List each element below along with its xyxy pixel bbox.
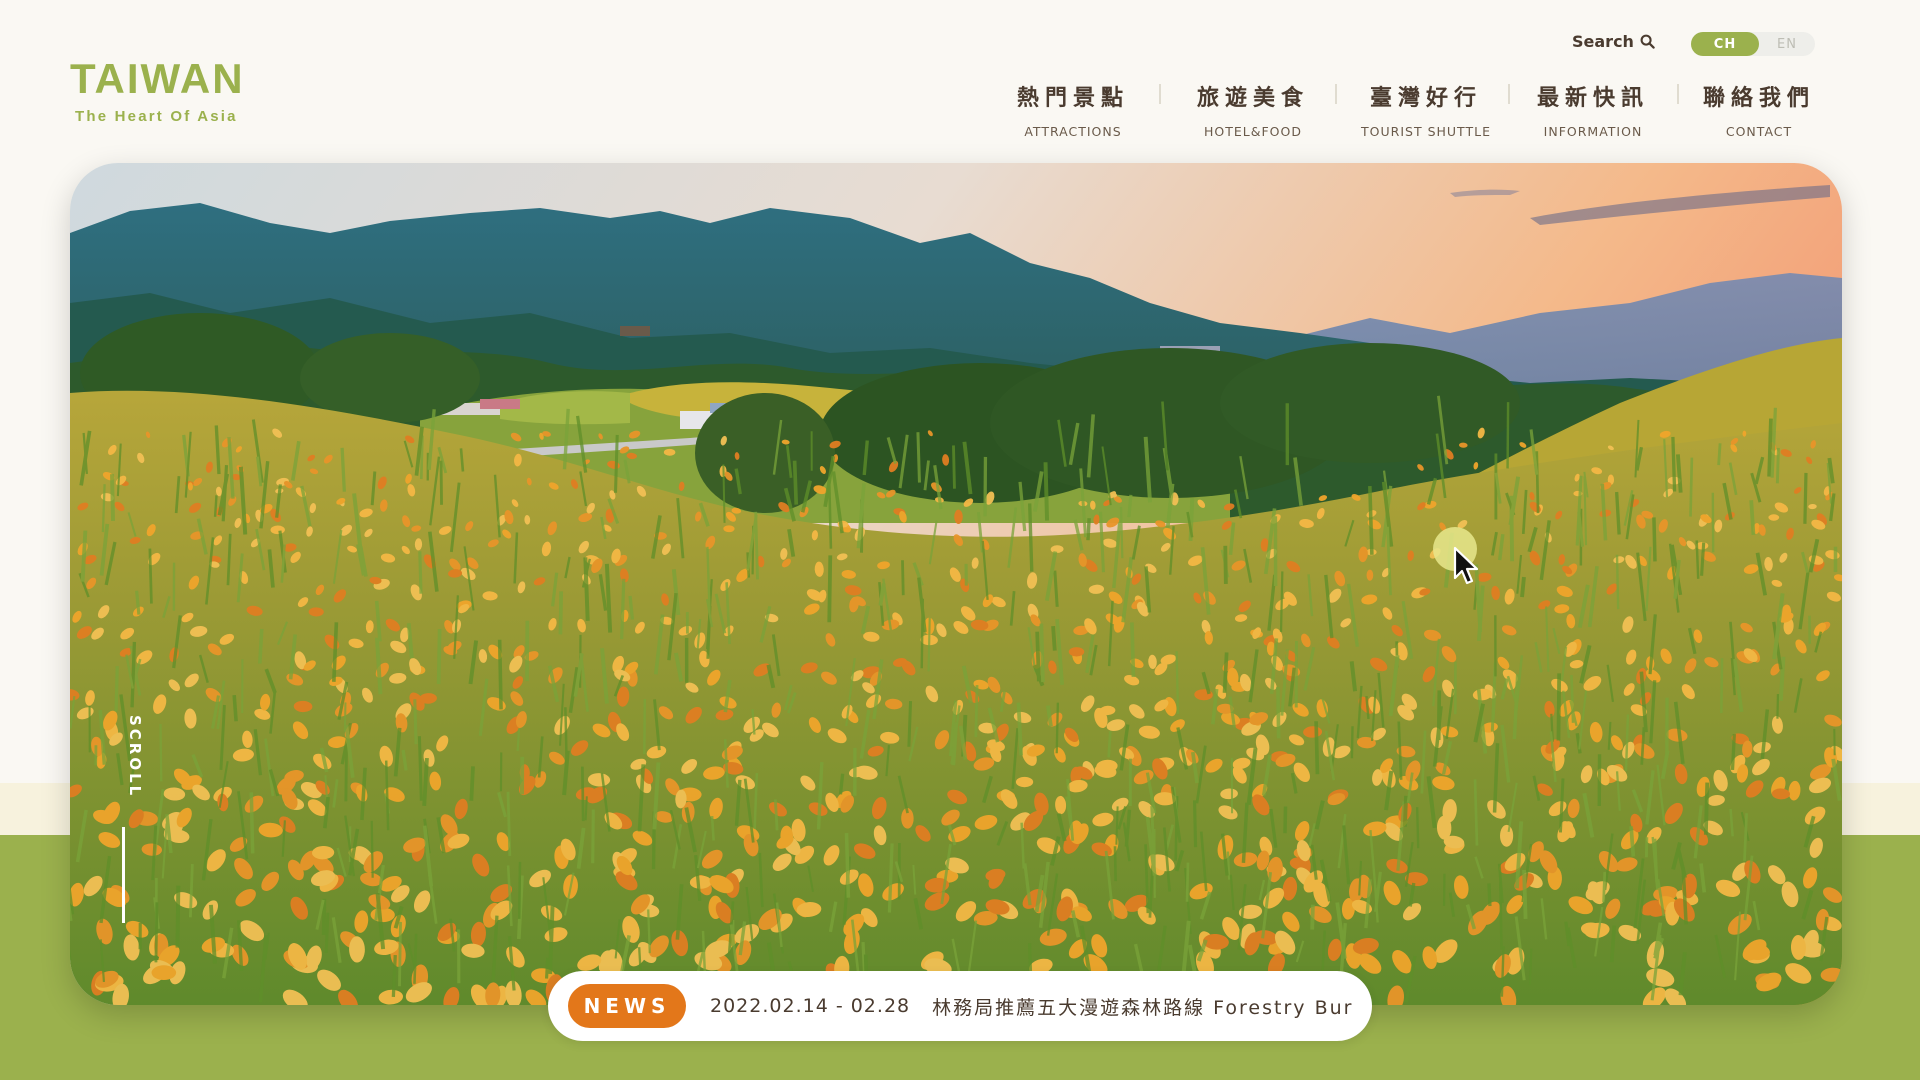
nav-label-en: CONTACT bbox=[1725, 124, 1793, 139]
nav-item-hotel-food[interactable]: 旅遊美食 HOTEL&FOOD bbox=[1191, 80, 1315, 139]
nav-label-en: ATTRACTIONS bbox=[1024, 124, 1122, 139]
nav-item-tourist-shuttle[interactable]: 臺灣好行 TOURIST SHUTTLE bbox=[1356, 80, 1496, 139]
hero-landscape-illustration bbox=[70, 163, 1842, 1005]
nav-item-attractions[interactable]: 熱門景點 ATTRACTIONS bbox=[1010, 80, 1136, 139]
lang-option-ch[interactable]: CH bbox=[1691, 32, 1759, 56]
news-badge[interactable]: NEWS bbox=[568, 984, 686, 1028]
main-nav: 熱門景點 ATTRACTIONS 旅遊美食 HOTEL&FOOD 臺灣好行 TO… bbox=[0, 80, 1920, 140]
nav-label-zh: 最新快訊 bbox=[1536, 86, 1649, 111]
news-date: 2022.02.14 - 02.28 bbox=[710, 995, 911, 1017]
mouse-cursor-icon bbox=[1453, 546, 1479, 585]
nav-item-contact[interactable]: 聯絡我們 CONTACT bbox=[1698, 80, 1820, 139]
nav-label-zh: 熱門景點 bbox=[1016, 86, 1129, 111]
nav-divider bbox=[1159, 84, 1161, 104]
scroll-line bbox=[122, 827, 125, 923]
language-toggle[interactable]: CH EN bbox=[1691, 32, 1815, 56]
nav-label-en: TOURIST SHUTTLE bbox=[1361, 124, 1491, 139]
nav-label-en: INFORMATION bbox=[1543, 124, 1643, 139]
nav-label-en: HOTEL&FOOD bbox=[1204, 124, 1302, 139]
search-label: Search bbox=[1572, 32, 1634, 51]
news-title-link[interactable]: 林務局推薦五大漫遊森林路線 Forestry Bur bbox=[932, 993, 1353, 1020]
news-ticker[interactable]: NEWS 2022.02.14 - 02.28 林務局推薦五大漫遊森林路線 Fo… bbox=[548, 971, 1372, 1041]
scroll-label: SCROLL bbox=[126, 715, 144, 799]
lang-option-en[interactable]: EN bbox=[1759, 32, 1815, 56]
nav-label-zh: 臺灣好行 bbox=[1369, 86, 1482, 111]
search-icon bbox=[1640, 34, 1655, 49]
nav-item-information[interactable]: 最新快訊 INFORMATION bbox=[1536, 80, 1650, 139]
hero-image: SCROLL bbox=[70, 163, 1842, 1005]
nav-label-zh: 聯絡我們 bbox=[1702, 86, 1815, 111]
search-button[interactable]: Search bbox=[1572, 32, 1655, 51]
nav-divider bbox=[1677, 84, 1679, 104]
scroll-indicator[interactable]: SCROLL bbox=[116, 715, 144, 923]
nav-divider bbox=[1508, 84, 1510, 104]
nav-divider bbox=[1335, 84, 1337, 104]
nav-label-zh: 旅遊美食 bbox=[1196, 86, 1309, 111]
